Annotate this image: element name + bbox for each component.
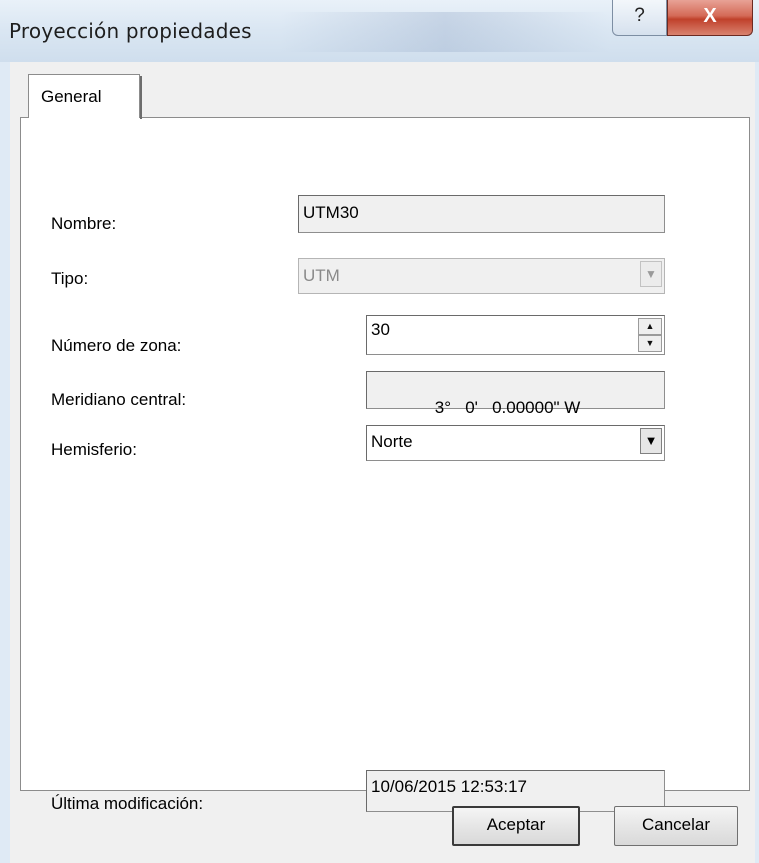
meridiano-label: Meridiano central: bbox=[51, 390, 187, 409]
zona-label: Número de zona: bbox=[51, 336, 182, 355]
chevron-down-icon: ▼ bbox=[640, 261, 662, 287]
tipo-select: UTM ▼ bbox=[298, 258, 665, 294]
meridiano-value: 3° 0' 0.00000" W bbox=[434, 398, 581, 417]
tab-general[interactable]: General bbox=[28, 74, 142, 119]
accept-button[interactable]: Aceptar bbox=[452, 806, 580, 846]
cancel-button[interactable]: Cancelar bbox=[614, 806, 738, 846]
zona-spinner[interactable]: 30 ▲ ▼ bbox=[366, 315, 665, 355]
modificacion-value: 10/06/2015 12:53:17 bbox=[371, 777, 527, 796]
help-button[interactable]: ? bbox=[612, 0, 667, 36]
general-tab-panel: Nombre: UTM30 Tipo: UTM ▼ Número de zona… bbox=[20, 117, 750, 813]
chevron-down-icon[interactable]: ▼ bbox=[640, 428, 662, 454]
zona-value: 30 bbox=[371, 320, 390, 339]
tipo-value: UTM bbox=[303, 266, 340, 285]
spin-up-icon[interactable]: ▲ bbox=[638, 318, 662, 335]
window-title: Proyección propiedades bbox=[9, 19, 252, 43]
hemisferio-select[interactable]: Norte ▼ bbox=[366, 425, 665, 461]
modificacion-label: Última modificación: bbox=[51, 794, 204, 813]
dialog-window: Proyección propiedades ? X General Nombr… bbox=[0, 0, 759, 863]
hemisferio-value: Norte bbox=[371, 432, 413, 451]
spin-down-icon[interactable]: ▼ bbox=[638, 335, 662, 352]
tab-general-label: General bbox=[41, 87, 102, 106]
help-icon: ? bbox=[634, 5, 645, 26]
nombre-label: Nombre: bbox=[51, 214, 117, 233]
close-button[interactable]: X bbox=[667, 0, 753, 36]
close-icon: X bbox=[703, 5, 717, 27]
meridiano-field: 3° 0' 0.00000" W bbox=[366, 371, 665, 417]
zona-spin-buttons[interactable]: ▲ ▼ bbox=[638, 318, 662, 352]
nombre-value: UTM30 bbox=[303, 203, 359, 222]
title-bar-backdrop bbox=[280, 12, 610, 52]
hemisferio-label: Hemisferio: bbox=[51, 440, 137, 459]
title-bar[interactable]: Proyección propiedades ? X bbox=[0, 0, 759, 62]
tipo-label: Tipo: bbox=[51, 269, 89, 288]
nombre-field[interactable]: UTM30 bbox=[298, 195, 665, 233]
dialog-client-area: General Nombre: UTM30 Tipo: UTM ▼ Número… bbox=[10, 62, 755, 863]
